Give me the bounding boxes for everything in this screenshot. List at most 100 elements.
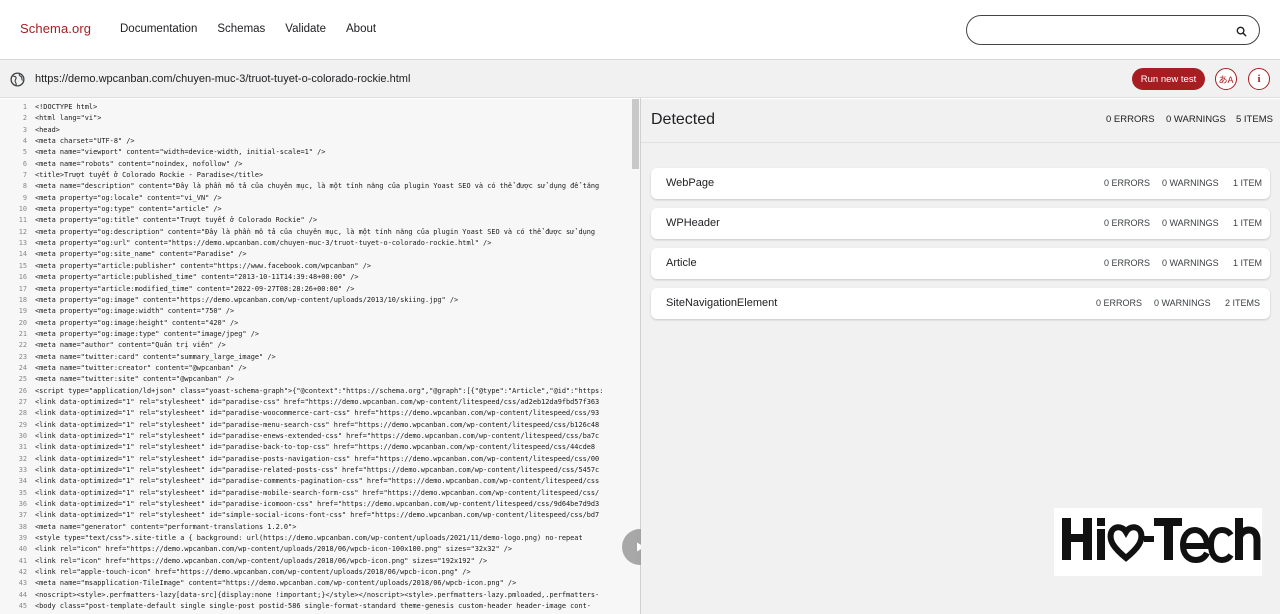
code-line: <head> [35,125,60,134]
line-number: 28 [18,409,27,418]
line-number: 3 [22,125,27,134]
line-number: 13 [18,239,27,248]
code-line: <link data-optimized="1" rel="stylesheet… [35,397,600,406]
line-number: 38 [18,522,27,531]
result-item-errors: 0 ERRORS [1104,218,1151,228]
search-input[interactable] [981,22,1231,40]
run-new-test-button[interactable]: Run new test [1132,68,1205,90]
code-line: <script type="application/ld+json" class… [35,386,604,395]
detected-header: Detected 0 ERRORS 0 WARNINGS 5 ITEMS [641,99,1280,143]
line-number: 44 [18,590,27,599]
nav-schemas[interactable]: Schemas [217,23,265,35]
code-scrollbar-thumb[interactable] [632,99,639,169]
code-line: <link data-optimized="1" rel="stylesheet… [35,500,600,509]
code-line: <meta property="article:published_time" … [35,273,359,282]
line-number: 27 [18,397,27,406]
code-line: <meta property="og:url" content="https:/… [35,239,492,248]
code-line: <meta property="article:publisher" conte… [35,261,372,270]
line-number: 4 [22,137,27,146]
result-item-name: Article [666,257,697,269]
line-number: 32 [18,454,27,463]
hi-tech-watermark-logo [1054,508,1262,576]
code-line: <link data-optimized="1" rel="stylesheet… [35,454,600,463]
info-icon[interactable]: i [1248,68,1270,90]
code-line: <meta name="twitter:creator" content="@w… [35,363,247,372]
code-line: <link rel="apple-touch-icon" href="https… [35,568,471,577]
result-item-errors: 0 ERRORS [1096,298,1143,308]
source-code-viewer[interactable]: 1 2 3 4 5 6 7 8 9 10 11 12 13 14 15 16 17 18 19 20 21 22 23 24 2… [0,99,640,614]
code-line: <meta name="author" content="Quản trị vi… [35,341,226,350]
line-number: 8 [22,182,27,191]
code-line: <meta name="twitter:card" content="summa… [35,352,276,361]
result-item-article[interactable]: Article 0 ERRORS 0 WARNINGS 1 ITEM [651,248,1270,279]
line-number: 10 [18,205,27,214]
code-line: <title>Trượt tuyết ở Colorado Rockie - P… [35,171,264,180]
code-line: <link data-optimized="1" rel="stylesheet… [35,409,600,418]
code-line: <link rel="icon" href="https://demo.wpca… [35,545,513,554]
nav-validate[interactable]: Validate [285,23,326,35]
tested-url-bar: https://demo.wpcanban.com/chuyen-muc-3/t… [0,60,1280,98]
schema-org-logo[interactable]: Schema.org [20,21,91,36]
line-number: 40 [18,545,27,554]
code-line: <link data-optimized="1" rel="stylesheet… [35,443,596,452]
line-number: 42 [18,568,27,577]
line-number: 20 [18,318,27,327]
line-number: 31 [18,443,27,452]
line-number: 25 [18,375,27,384]
line-number: 45 [18,602,27,611]
result-item-warnings: 0 WARNINGS [1162,258,1219,268]
code-line: <body class="post-template-default singl… [35,602,591,611]
code-line: <link data-optimized="1" rel="stylesheet… [35,511,600,520]
result-item-name: WebPage [666,177,715,189]
line-number: 43 [18,579,27,588]
top-navigation-bar: Schema.org Documentation Schemas Validat… [0,0,1280,60]
total-warnings: 0 WARNINGS [1166,114,1226,125]
language-icon[interactable]: あA [1215,68,1237,90]
line-number-gutter: 1 2 3 4 5 6 7 8 9 10 11 12 13 14 15 16 17 18 19 20 21 22 23 24 2… [0,102,30,612]
nav-about[interactable]: About [346,23,376,35]
result-item-count: 1 ITEM [1233,178,1263,188]
line-number: 1 [22,103,27,111]
code-line: <meta property="og:image:height" content… [35,318,239,327]
result-item-sitenavigationelement[interactable]: SiteNavigationElement 0 ERRORS 0 WARNING… [651,288,1270,319]
code-line: <meta property="og:image:type" content="… [35,329,260,338]
line-number: 2 [22,114,27,123]
line-number: 22 [18,341,27,350]
code-line: <meta property="og:description" content=… [35,227,596,236]
result-item-warnings: 0 WARNINGS [1162,218,1219,228]
result-item-name: SiteNavigationElement [666,297,778,309]
line-number: 26 [18,386,27,395]
line-number: 17 [18,284,27,293]
result-item-wpheader[interactable]: WPHeader 0 ERRORS 0 WARNINGS 1 ITEM [651,208,1270,239]
code-line: <html lang="vi"> [35,114,102,123]
line-number: 33 [18,466,27,474]
line-number: 23 [18,352,27,361]
code-lines[interactable]: <!DOCTYPE html> <html lang="vi"> <head> <me… [35,102,640,612]
code-line: <link data-optimized="1" rel="stylesheet… [35,477,600,486]
code-line: <meta property="og:image" content="https… [35,295,459,304]
nav-documentation[interactable]: Documentation [120,23,197,35]
line-number: 35 [18,488,27,497]
result-item-webpage[interactable]: WebPage 0 ERRORS 0 WARNINGS 1 ITEM [651,168,1270,199]
line-number: 18 [18,295,27,304]
code-line: <!DOCTYPE html> [35,103,98,111]
code-line: <meta name="description" content="Đây là… [35,182,600,191]
result-item-errors: 0 ERRORS [1104,258,1151,268]
line-number: 34 [18,477,27,486]
search-icon[interactable] [1236,26,1247,37]
line-number: 30 [18,431,27,440]
code-line: <meta name="viewport" content="width=dev… [35,148,326,157]
code-line: <meta property="og:type" content="articl… [35,205,222,214]
result-item-count: 1 ITEM [1233,218,1263,228]
code-line: <meta name="msapplication-TileImage" con… [35,579,517,588]
globe-icon [10,72,25,87]
search-box[interactable] [966,15,1260,45]
code-line: <link data-optimized="1" rel="stylesheet… [35,420,600,429]
code-line: <link data-optimized="1" rel="stylesheet… [35,488,600,497]
line-number: 6 [22,159,27,168]
main-nav: Documentation Schemas Validate About [120,23,396,35]
total-errors: 0 ERRORS [1106,114,1155,125]
line-number: 15 [18,261,27,270]
code-line: <meta charset="UTF-8" /> [35,137,135,146]
line-number: 5 [22,148,27,157]
